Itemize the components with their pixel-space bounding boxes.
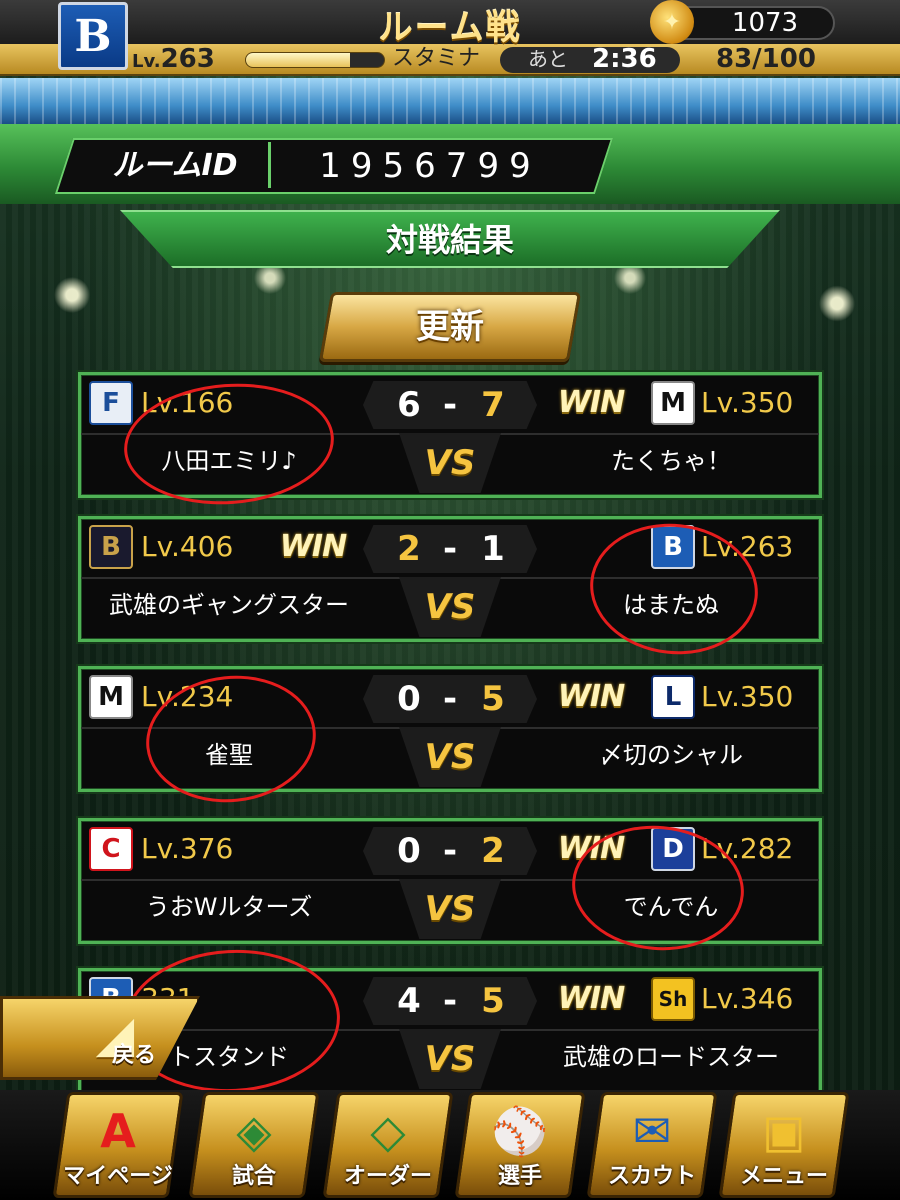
exp-bar-fill: [246, 53, 350, 67]
menu-icon[interactable]: ▣: [726, 1096, 842, 1166]
stamina-timer-value: 2:36: [592, 44, 657, 74]
right-player-level: Lv.346: [701, 982, 794, 1015]
refresh-button-label[interactable]: 更新: [325, 292, 575, 362]
nav-label[interactable]: 選手: [462, 1160, 578, 1194]
room-id-value: 1956799: [319, 146, 541, 186]
marines-logo-icon: M: [89, 675, 133, 719]
win-badge: WIN: [279, 529, 347, 564]
score-dash: -: [442, 831, 458, 871]
vs-label: VS: [424, 737, 476, 777]
stamina-count: 83/100: [716, 44, 816, 74]
lions-logo-icon: L: [651, 675, 695, 719]
left-player-name: うおWルターズ: [145, 893, 313, 921]
win-badge: WIN: [557, 679, 625, 714]
team-logo-icon[interactable]: B: [58, 2, 128, 70]
score-dash: -: [442, 981, 458, 1021]
buffaloes-logo-icon: B: [89, 525, 133, 569]
order-icon[interactable]: ◇: [330, 1096, 446, 1166]
right-score: 1: [481, 529, 505, 569]
level-prefix: Lv.: [132, 51, 161, 72]
left-score: 0: [397, 831, 421, 871]
sky-banner: [0, 78, 900, 124]
results-title: 対戦結果: [385, 221, 514, 259]
left-score: 2: [397, 529, 421, 569]
right-score: 5: [481, 679, 505, 719]
level-value: 263: [160, 44, 215, 74]
win-badge: WIN: [557, 981, 625, 1016]
nav-label[interactable]: スカウト: [594, 1160, 710, 1194]
stadium-icon[interactable]: ◈: [196, 1096, 312, 1166]
mypage-icon[interactable]: A: [60, 1096, 176, 1166]
stamina-label: スタミナ: [392, 46, 481, 71]
player-icon[interactable]: ⚾: [462, 1096, 578, 1166]
fighters-logo-icon: F: [89, 381, 133, 425]
player-level: Lv.263: [132, 44, 215, 74]
right-player-name: 〆切のシャル: [599, 741, 743, 769]
left-player-level: Lv.376: [141, 832, 234, 865]
right-score: 5: [481, 981, 505, 1021]
vs-label: VS: [424, 889, 476, 929]
right-player-name: たくちゃ！: [611, 447, 731, 475]
right-player-level: Lv.350: [701, 680, 794, 713]
left-score: 4: [397, 981, 421, 1021]
nav-label[interactable]: マイページ: [60, 1160, 176, 1194]
right-score: 7: [481, 385, 505, 425]
right-player-level: Lv.350: [701, 386, 794, 419]
exp-bar: [245, 52, 385, 68]
vs-label: VS: [424, 1039, 476, 1079]
left-score: 0: [397, 679, 421, 719]
nav-label[interactable]: オーダー: [330, 1160, 446, 1194]
score-dash: -: [442, 679, 458, 719]
left-player-name: 武雄のギャングスター: [109, 591, 349, 619]
marines-logo-icon: M: [651, 381, 695, 425]
carp-logo-icon: C: [89, 827, 133, 871]
hawks-logo-icon: Sh: [651, 977, 695, 1021]
left-score: 6: [397, 385, 421, 425]
win-badge: WIN: [557, 385, 625, 420]
stamina-timer-label: あと: [528, 47, 568, 71]
scout-icon[interactable]: ✉: [594, 1096, 710, 1166]
nav-label[interactable]: メニュー: [726, 1160, 842, 1194]
left-player-level: Lv.406: [141, 530, 234, 563]
right-score: 2: [481, 831, 505, 871]
back-button-label[interactable]: 戻る: [112, 1040, 172, 1072]
page-title: ルーム戦: [378, 8, 522, 48]
right-player-name: 武雄のロードスター: [563, 1043, 779, 1071]
coin-count: 1073: [731, 8, 799, 38]
nav-label[interactable]: 試合: [196, 1160, 312, 1194]
score-dash: -: [442, 529, 458, 569]
room-id-label: ルームID: [112, 148, 238, 183]
room-id-divider: [268, 142, 271, 188]
vs-label: VS: [424, 587, 476, 627]
score-dash: -: [442, 385, 458, 425]
coin-icon: ✦: [650, 0, 694, 44]
vs-label: VS: [424, 443, 476, 483]
